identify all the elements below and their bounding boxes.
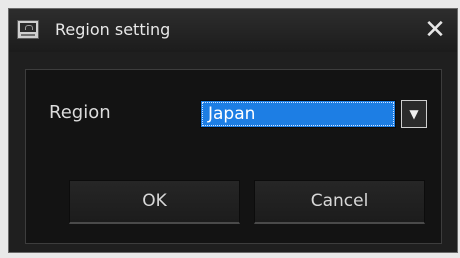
title-bar: Region setting ✕ bbox=[9, 9, 457, 52]
monitor-icon bbox=[17, 20, 39, 39]
monitor-base bbox=[21, 34, 35, 36]
settings-panel: Region Japan ▼ OK Cancel bbox=[25, 69, 442, 244]
cancel-button[interactable]: Cancel bbox=[254, 180, 425, 224]
region-select[interactable]: Japan bbox=[200, 100, 396, 128]
monitor-screen bbox=[20, 23, 36, 32]
ok-button[interactable]: OK bbox=[69, 180, 240, 224]
dropdown-arrow-icon[interactable]: ▼ bbox=[401, 100, 427, 128]
region-label: Region bbox=[49, 102, 111, 123]
dialog-title: Region setting bbox=[55, 20, 171, 39]
region-setting-dialog: Region setting ✕ Region Japan ▼ OK Cance… bbox=[8, 8, 458, 253]
close-icon[interactable]: ✕ bbox=[419, 15, 451, 45]
